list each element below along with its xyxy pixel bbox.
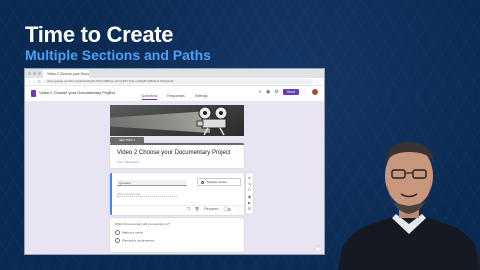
menu-icon[interactable]: ⋮ [316, 78, 320, 86]
browser-window: Video 2 Choose your Documentary Project … [24, 68, 325, 255]
reload-icon[interactable]: ↻ [38, 78, 41, 86]
required-label: Required [204, 207, 219, 211]
form-description[interactable]: Form description [117, 160, 139, 164]
delete-icon[interactable]: 🗑 [195, 207, 199, 211]
question-card[interactable]: Question Multiple choice Short answer te… [110, 173, 244, 215]
form-title[interactable]: Video 2 Choose your Documentary Project [117, 150, 231, 156]
option-item[interactable]: Making a movie [115, 230, 143, 235]
url-field[interactable]: docs.google.com/forms/d/e/1FAIpQLSfVmx0B… [44, 79, 313, 84]
more-options-icon[interactable]: ⋮ [235, 149, 239, 154]
presenter-photo [338, 142, 480, 270]
question-text[interactable]: Which Documentary will you working on? [115, 222, 170, 226]
slide-title: Time to Create [25, 22, 174, 47]
back-icon[interactable]: ‹ [29, 78, 30, 86]
tab-questions[interactable]: Questions [141, 94, 158, 100]
required-toggle[interactable] [223, 207, 231, 211]
title-icon[interactable]: Tт [248, 188, 252, 192]
question-card-2[interactable]: Which Documentary will you working on? M… [110, 218, 244, 252]
image-icon[interactable]: ▣ [248, 195, 251, 199]
side-toolbar: ⊕ ⇲ Tт ▣ ▶ ☰ [246, 173, 253, 214]
help-icon[interactable]: ? [316, 246, 321, 251]
forward-icon[interactable]: › [33, 78, 34, 86]
browser-tab[interactable]: Video 2 Choose your Documentary Project [43, 70, 89, 78]
form-editor: SECTION 1 Video 2 Choose your Documentar… [25, 102, 324, 254]
header-image [110, 105, 244, 136]
short-answer-text: Short answer text [117, 192, 177, 197]
tab-responses[interactable]: Responses [167, 94, 185, 100]
duplicate-icon[interactable]: ❐ [187, 207, 190, 211]
more-options-icon[interactable]: ⋮ [236, 207, 240, 211]
form-title-card[interactable]: Video 2 Choose your Documentary Project … [110, 143, 244, 168]
question-footer: ❐ 🗑 Required ⋮ [112, 205, 244, 212]
tab-settings[interactable]: Settings [195, 94, 208, 100]
address-bar: ‹ › ↻ docs.google.com/forms/d/e/1FAIpQLS… [25, 78, 324, 86]
option-item[interactable]: Planning a documentary [115, 238, 154, 243]
question-input[interactable]: Question [117, 180, 187, 186]
form-header: Video 2 Choose your Documentary Project … [25, 86, 324, 102]
add-question-icon[interactable]: ⊕ [248, 176, 251, 180]
film-projector-icon [196, 106, 228, 136]
question-type-label: Multiple choice [207, 180, 227, 184]
import-icon[interactable]: ⇲ [248, 182, 251, 186]
video-icon[interactable]: ▶ [248, 201, 251, 205]
question-type-select[interactable]: Multiple choice [197, 178, 241, 186]
form-tabs: Questions Responses Settings [25, 94, 324, 100]
add-section-icon[interactable]: ☰ [248, 207, 251, 211]
window-controls[interactable] [28, 72, 41, 75]
slide-subtitle: Multiple Sections and Paths [25, 47, 211, 63]
radio-icon [201, 181, 204, 184]
projector-beam [110, 111, 210, 133]
browser-tabstrip: Video 2 Choose your Documentary Project [25, 69, 324, 78]
